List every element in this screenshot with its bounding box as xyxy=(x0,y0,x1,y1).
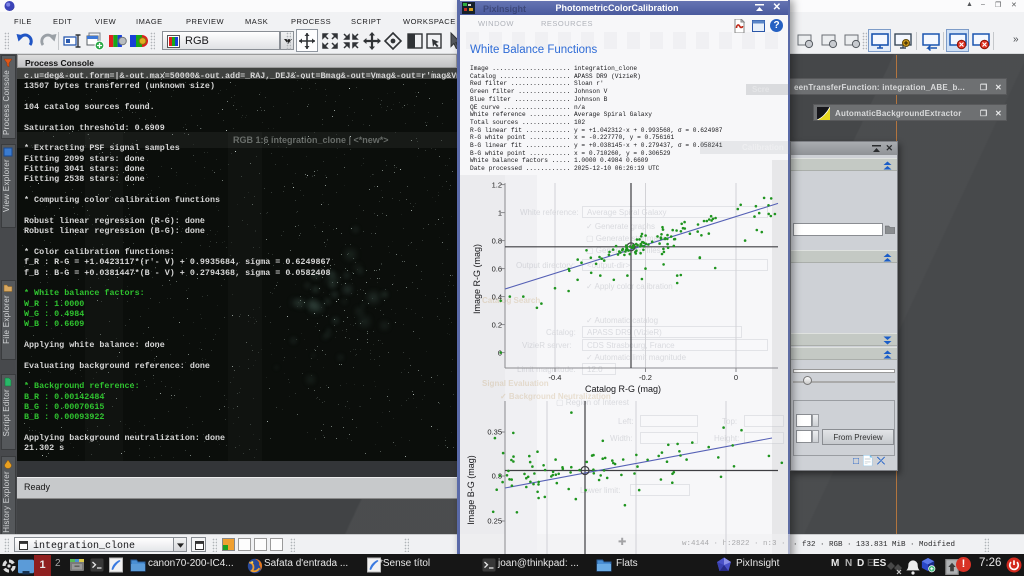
svg-text:0.8: 0.8 xyxy=(492,236,502,245)
svg-text:0: 0 xyxy=(734,373,738,382)
svg-text:Image R-G (mag): Image R-G (mag) xyxy=(472,244,482,314)
svg-text:-0.2: -0.2 xyxy=(639,373,652,382)
svg-text:0.25: 0.25 xyxy=(487,517,502,526)
svg-text:Catalog R-G (mag): Catalog R-G (mag) xyxy=(585,384,661,394)
svg-text:-0.4: -0.4 xyxy=(549,373,562,382)
svg-text:1.2: 1.2 xyxy=(492,180,502,189)
svg-text:0.6: 0.6 xyxy=(492,264,502,273)
svg-text:0.35: 0.35 xyxy=(487,428,502,437)
svg-text:0.2: 0.2 xyxy=(492,320,502,329)
svg-text:Image B-G (mag): Image B-G (mag) xyxy=(466,455,476,525)
svg-text:1: 1 xyxy=(498,208,502,217)
